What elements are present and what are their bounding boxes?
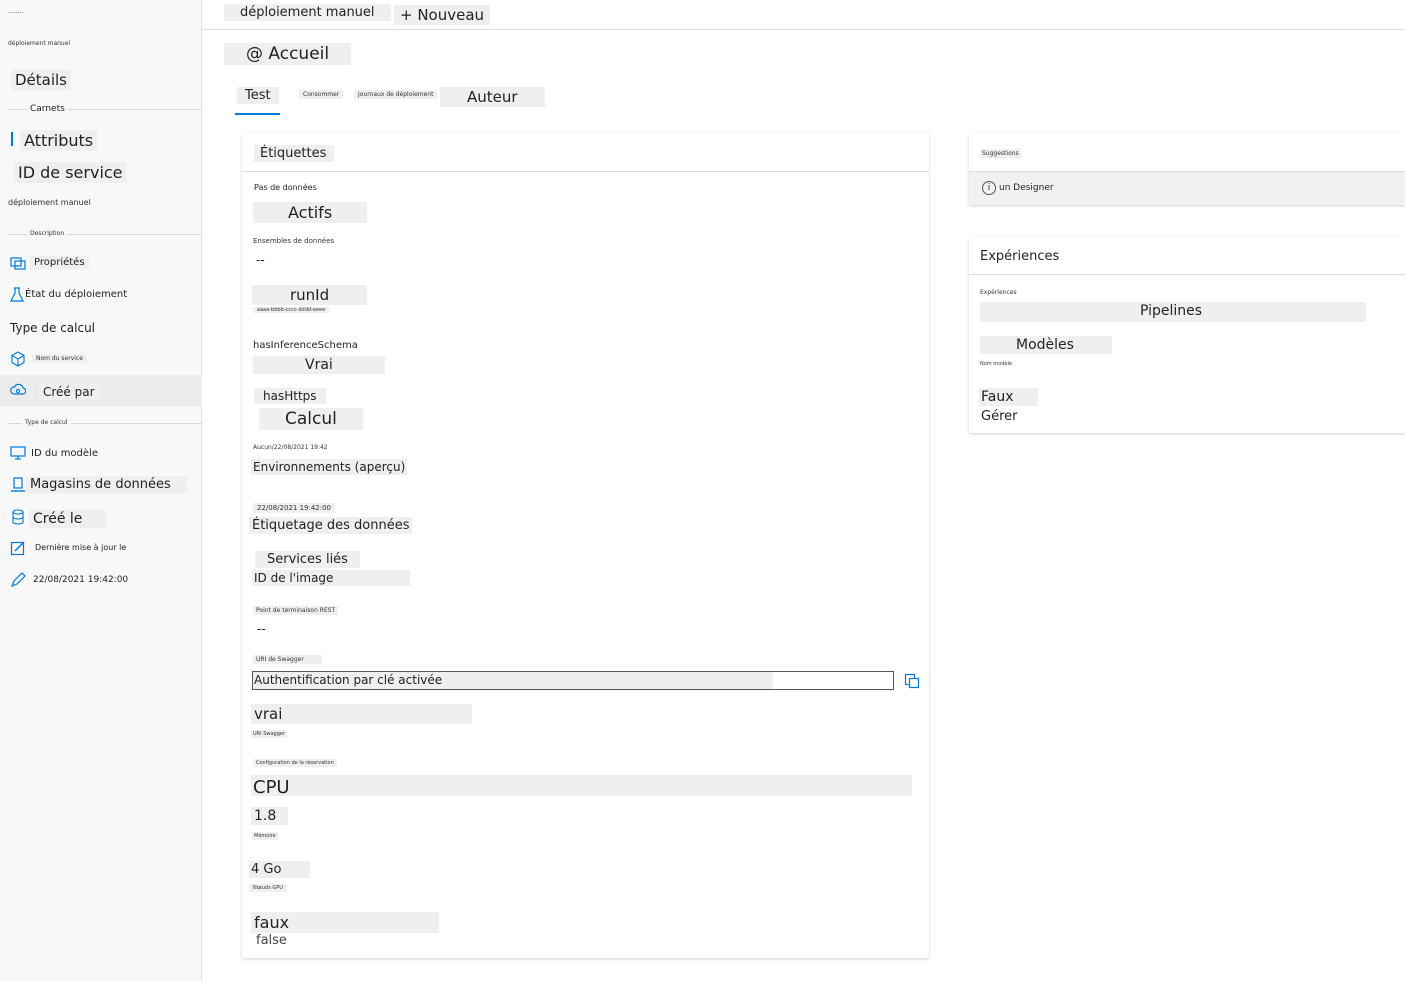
- nav-item-service-name[interactable]: Nom du service: [0, 349, 202, 371]
- nav-item-compute-type[interactable]: Type de calcul: [0, 318, 202, 340]
- tab-active-underline: [235, 113, 280, 115]
- nav-item-last-updated[interactable]: Dernière mise à jour le: [0, 538, 202, 560]
- details-card: Étiquettes Pas de données Actifs Ensembl…: [242, 133, 929, 958]
- nav-item-properties[interactable]: Propriétés: [0, 252, 202, 274]
- manage-link[interactable]: Gérer: [981, 409, 1017, 424]
- sidebar-item-details[interactable]: Détails: [11, 70, 72, 90]
- info-card-title: Suggestions: [980, 149, 1021, 158]
- sidebar-item-deploy-manual[interactable]: déploiement manuel: [8, 198, 91, 207]
- edit-icon: [10, 540, 26, 556]
- section-notebooks: Carnets: [27, 104, 68, 114]
- field-value: runId: [252, 285, 368, 305]
- tab-test[interactable]: Test: [237, 87, 279, 104]
- nav-item-datastores[interactable]: Magasins de données: [0, 474, 202, 496]
- card-header: Étiquettes: [254, 145, 335, 162]
- field-value: Faux: [979, 388, 1038, 406]
- tab-author[interactable]: Auteur: [440, 87, 545, 107]
- field-label: hasInferenceSchema: [253, 340, 358, 351]
- info-card: Suggestions i un Designer: [969, 133, 1405, 205]
- field-label: hasHttps: [254, 388, 326, 404]
- field-value: --: [256, 253, 265, 267]
- field-label: Point de terminaison REST: [253, 606, 339, 615]
- field-sub: Mémoire: [252, 832, 278, 840]
- field-label: Expériences: [980, 289, 1017, 296]
- field-value: faux: [251, 912, 440, 933]
- field-value: 4 Go: [249, 861, 311, 878]
- card-header: Expériences: [980, 249, 1060, 264]
- datastore-icon: [10, 477, 26, 493]
- nav-label: Dernière mise à jour le: [35, 543, 127, 552]
- nav-item-model-id[interactable]: ID du modèle: [0, 443, 202, 465]
- designer-link: un Designer: [999, 183, 1054, 193]
- info-icon: i: [982, 181, 996, 195]
- nav-label: Type de calcul: [10, 321, 96, 335]
- sidebar: ........ déploiement manuel Détails Carn…: [0, 0, 202, 981]
- new-button[interactable]: + Nouveau: [394, 5, 491, 25]
- flask-icon: [9, 287, 25, 303]
- top-bar: déploiement manuel + Nouveau: [202, 0, 1405, 30]
- active-indicator: [11, 132, 13, 146]
- pipelines-label[interactable]: Pipelines: [1140, 303, 1202, 319]
- field-label: Aucun/22/08/2021 19:42: [253, 444, 328, 451]
- sidebar-item-service-id[interactable]: ID de service: [14, 162, 127, 183]
- field-value: Calcul: [259, 408, 363, 430]
- field-label: Services liés: [255, 551, 360, 568]
- nav-label: Nom du service: [32, 354, 87, 363]
- field-sub: URI Swagger: [251, 730, 288, 738]
- field-value: ID de l'image: [252, 570, 411, 586]
- page-title: @ Accueil: [224, 43, 352, 65]
- database-icon: [10, 509, 26, 525]
- field-value: Étiquetage des données: [249, 517, 413, 534]
- field-label: 22/08/2021 19:42:00: [253, 503, 336, 513]
- field-value: Authentification par clé activée: [254, 673, 443, 687]
- field-label: Ensembles de données: [253, 237, 335, 245]
- cube-icon: [10, 351, 26, 367]
- tab-consume[interactable]: Consommer: [299, 90, 344, 99]
- monitor-icon: [10, 445, 26, 461]
- field-value: Environnements (aperçu): [251, 459, 408, 475]
- field-label: Configuration de la réservation: [253, 759, 337, 767]
- properties-icon: [10, 255, 26, 271]
- tab-deploy-logs[interactable]: Journaux de déploiement: [354, 90, 438, 99]
- nav-item-created-on[interactable]: Créé le: [0, 507, 202, 529]
- field-sub: Nœuds GPU: [249, 884, 287, 892]
- nav-label: État du déploiement: [25, 289, 128, 300]
- field-label: URI de Swagger: [253, 655, 322, 664]
- nav-item-deploy-state[interactable]: État du déploiement: [0, 285, 202, 307]
- field-value: vrai: [251, 704, 473, 724]
- field-sub: false: [256, 933, 287, 948]
- nav-label: 22/08/2021 19:42:00: [33, 575, 129, 585]
- field-label: Pas de données: [254, 183, 317, 192]
- workspace-name: déploiement manuel: [8, 40, 71, 47]
- copy-icon[interactable]: [904, 673, 920, 689]
- section-compute: Type de calcul: [22, 419, 71, 426]
- nav-label: Magasins de données: [26, 476, 187, 493]
- swagger-uri-field[interactable]: Authentification par clé activée: [252, 671, 894, 690]
- sidebar-item-attributes[interactable]: Attributs: [20, 130, 98, 151]
- experiments-card: Expériences Expériences Pipelines Modèle…: [969, 237, 1405, 433]
- field-label: Nom modèle: [980, 361, 1012, 367]
- nav-item-timestamp[interactable]: 22/08/2021 19:42:00: [0, 570, 202, 592]
- nav-label: Créé par: [39, 384, 99, 400]
- pen-icon: [10, 572, 26, 588]
- designer-banner[interactable]: i un Designer: [969, 171, 1405, 205]
- cloud-deploy-icon: [10, 382, 26, 398]
- nav-label: Créé le: [29, 510, 107, 528]
- models-label[interactable]: Modèles: [980, 336, 1112, 354]
- field-value: 1.8: [251, 807, 289, 825]
- nav-label: Propriétés: [30, 256, 89, 269]
- field-value: Actifs: [253, 202, 368, 223]
- field-value: --: [257, 622, 266, 636]
- breadcrumb[interactable]: déploiement manuel: [224, 4, 391, 21]
- tab-bar: Test Consommer Journaux de déploiement A…: [235, 84, 565, 118]
- nav-label: ID du modèle: [31, 448, 98, 459]
- field-value: CPU: [253, 777, 290, 798]
- field-sub: aaaa-bbbb-cccc-dddd-eeee: [253, 307, 330, 313]
- section-description: Description: [27, 230, 68, 237]
- nav-item-created-by[interactable]: Créé par: [0, 375, 202, 406]
- field-value: Vrai: [253, 356, 385, 374]
- sidebar-top-text: ........: [8, 8, 24, 15]
